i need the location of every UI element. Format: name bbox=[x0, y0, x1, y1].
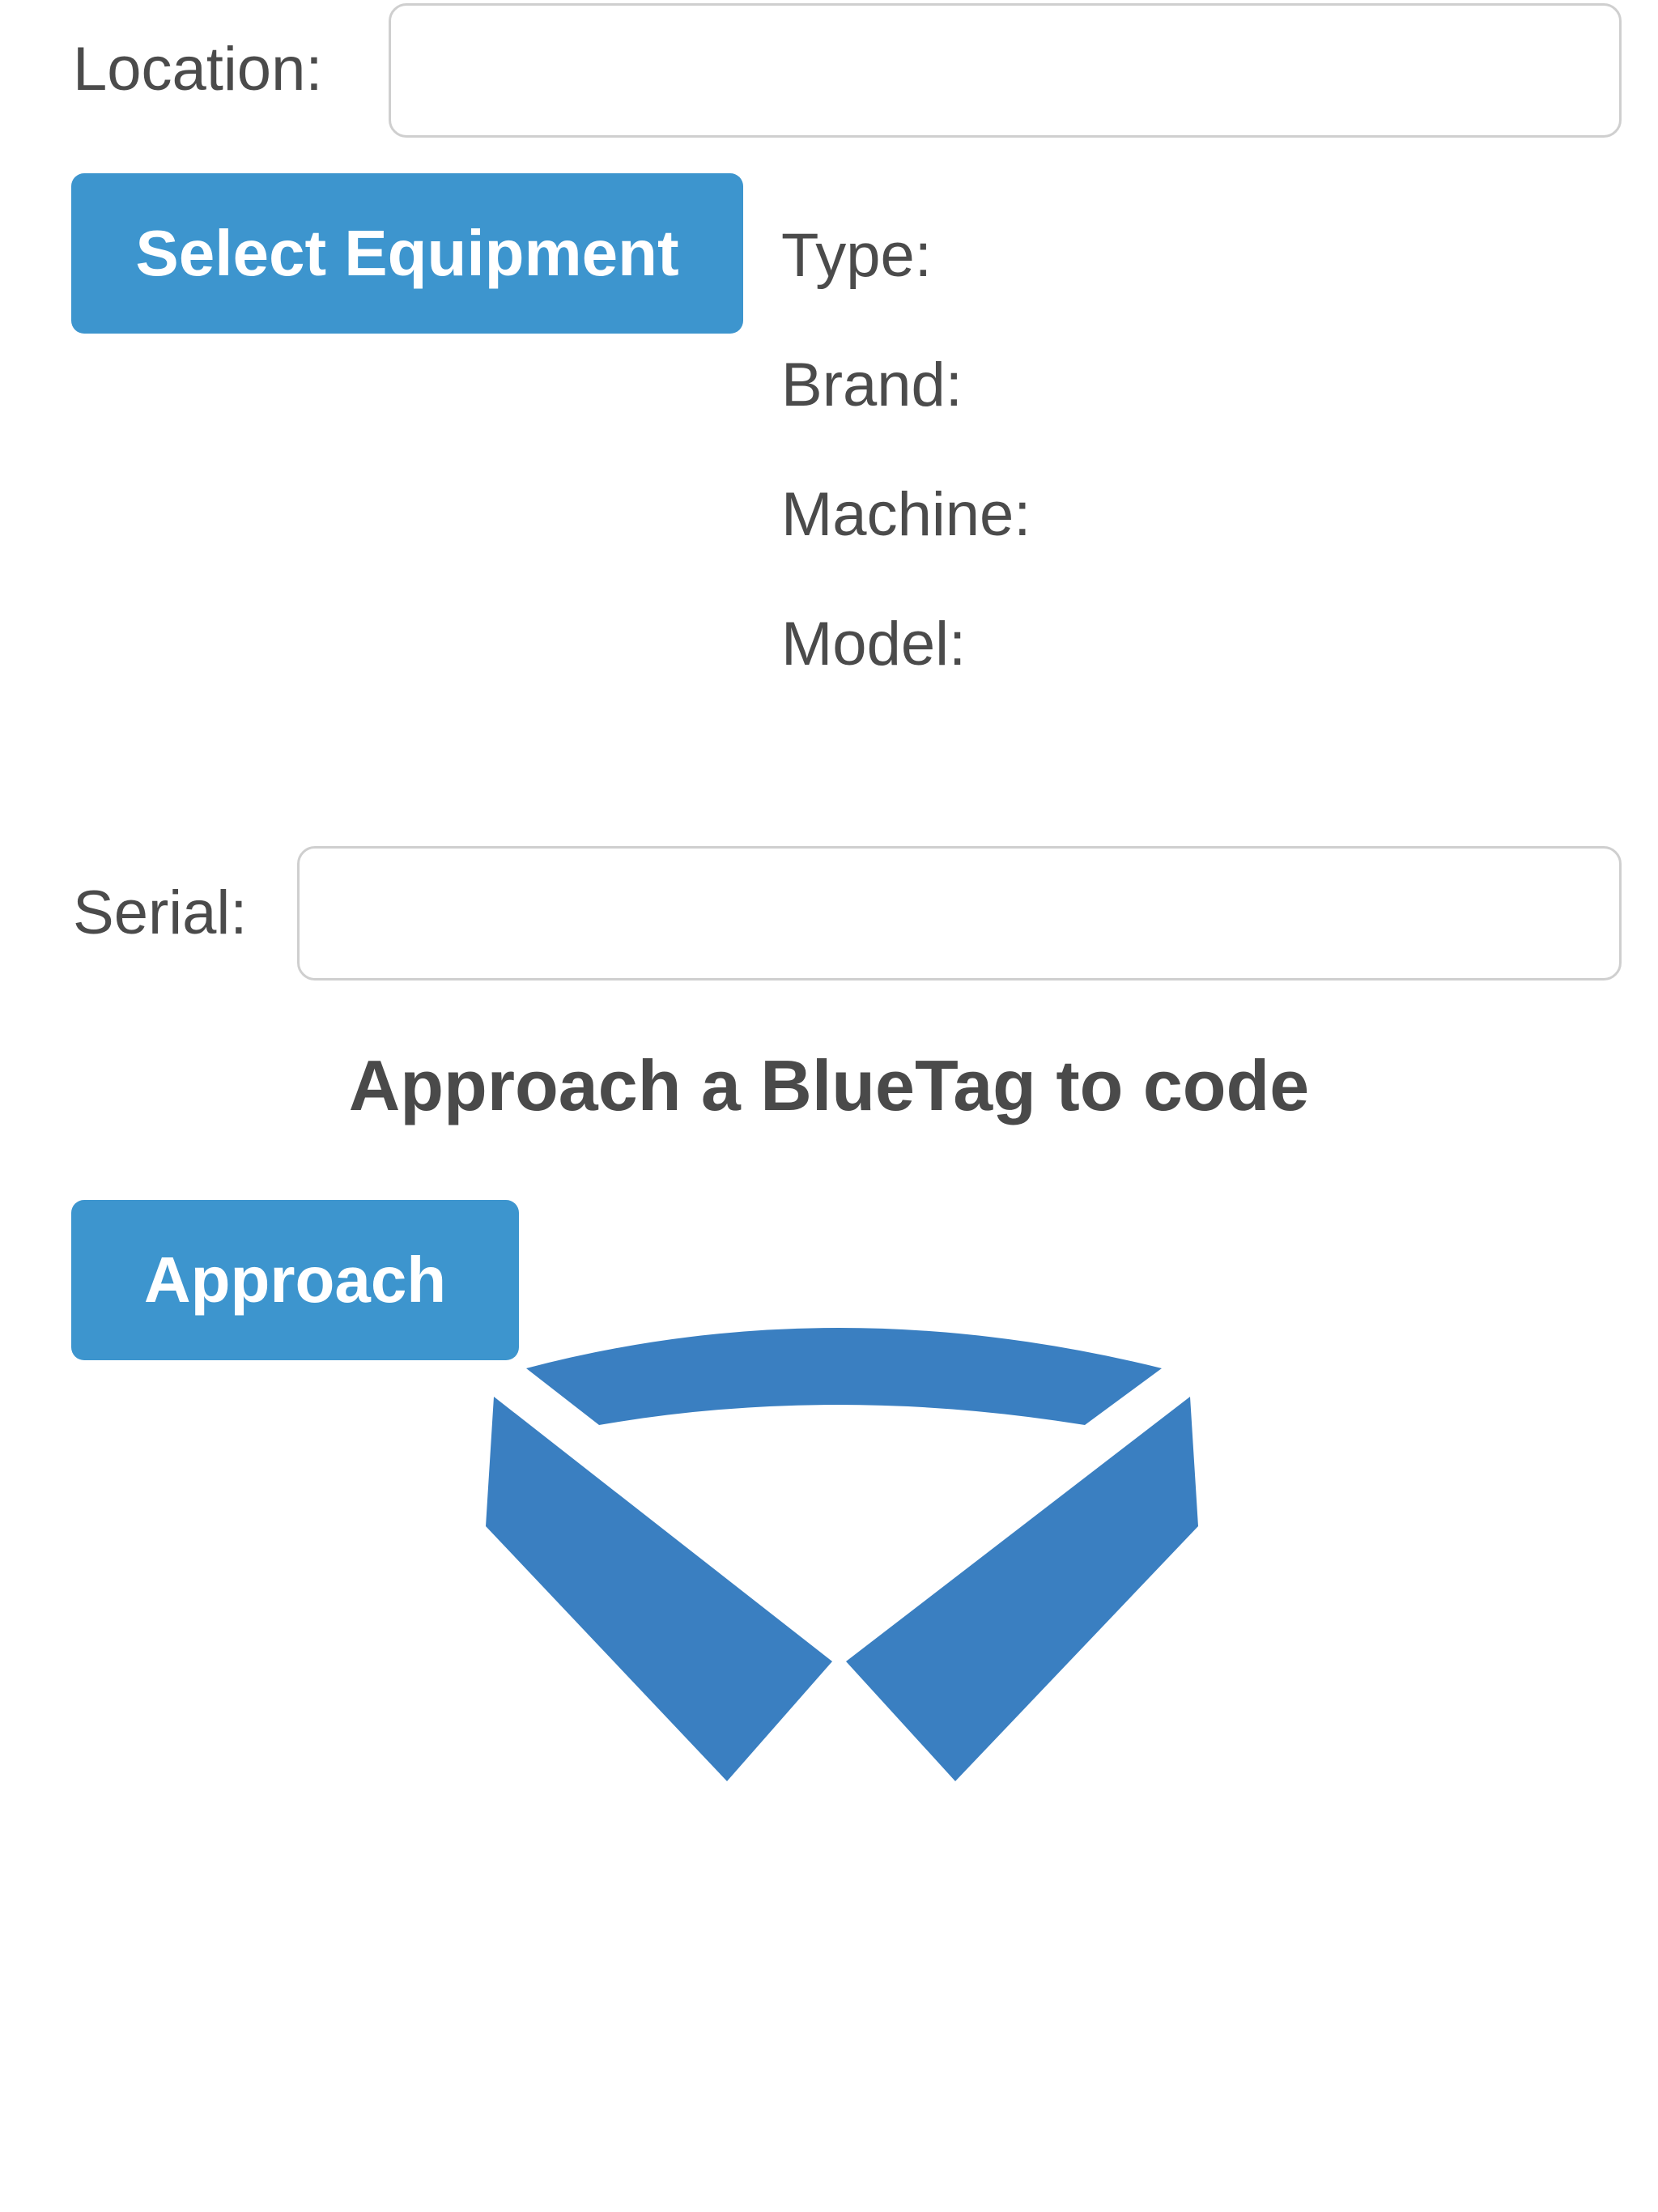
serial-label: Serial: bbox=[73, 878, 248, 947]
bluetag-collar-logo-icon bbox=[486, 1328, 1198, 1781]
machine-label: Machine: bbox=[781, 480, 1031, 549]
serial-input[interactable] bbox=[297, 846, 1622, 981]
approach-button[interactable]: Approach bbox=[71, 1200, 519, 1360]
location-input[interactable] bbox=[389, 3, 1622, 138]
bluetag-instruction-heading: Approach a BlueTag to code bbox=[348, 1045, 1310, 1125]
model-label: Model: bbox=[781, 610, 967, 678]
brand-label: Brand: bbox=[781, 351, 963, 419]
logo-band bbox=[526, 1328, 1162, 1425]
location-label: Location: bbox=[73, 35, 323, 104]
type-label: Type: bbox=[781, 221, 932, 290]
logo-left-lapel bbox=[486, 1397, 832, 1781]
select-equipment-button[interactable]: Select Equipment bbox=[71, 173, 743, 334]
logo-right-lapel bbox=[846, 1397, 1198, 1781]
